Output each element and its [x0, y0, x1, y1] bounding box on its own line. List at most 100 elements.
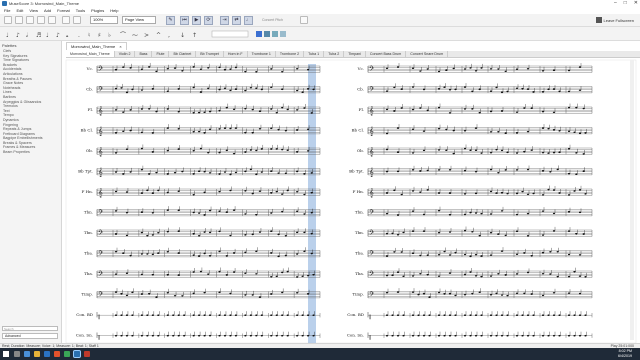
note-head: [526, 130, 530, 133]
redo-icon[interactable]: [73, 16, 81, 24]
note-head: [151, 192, 154, 195]
palette-mode-select[interactable]: Advanced: [2, 333, 58, 339]
part-tab[interactable]: Concert Snare Drum: [406, 51, 449, 57]
note-head: [448, 192, 452, 194]
save-online-icon[interactable]: [37, 16, 45, 24]
palette-item-beam-properties[interactable]: Beam Properties: [3, 150, 43, 155]
pan-score-icon[interactable]: ⇄: [232, 16, 241, 25]
minimize-button[interactable]: –: [614, 0, 617, 7]
concert-pitch-toggle[interactable]: Concert Pitch: [262, 18, 283, 22]
metronome-icon[interactable]: ♩: [244, 16, 253, 25]
note-head: [166, 90, 169, 93]
part-tab[interactable]: Morrowind_Main_Theme: [66, 51, 115, 57]
note-head: [437, 169, 441, 171]
note-head: [197, 314, 201, 317]
menu-edit[interactable]: Edit: [16, 8, 23, 13]
clef-icon: 𝄞: [98, 168, 103, 177]
new-score-icon[interactable]: [4, 16, 12, 24]
note-head: [140, 293, 143, 295]
note-head: [584, 132, 587, 134]
note-head: [251, 192, 254, 195]
file-explorer-icon[interactable]: [34, 351, 40, 357]
app-icon[interactable]: [84, 351, 90, 357]
note-head: [255, 314, 258, 317]
part-tab[interactable]: Bb Clarinet: [169, 51, 197, 57]
part-tab[interactable]: Bb Trumpet: [196, 51, 224, 57]
zoom-select[interactable]: 100%: [90, 16, 118, 24]
part-tab[interactable]: Tuba 1: [304, 51, 325, 57]
part-tab[interactable]: Timpani: [344, 51, 366, 57]
firefox-icon[interactable]: [54, 351, 60, 357]
menu-file[interactable]: File: [4, 8, 10, 13]
close-button[interactable]: ✕: [634, 0, 638, 7]
part-tab[interactable]: Tuba 2: [324, 51, 345, 57]
image-capture-icon[interactable]: [300, 16, 308, 24]
note-head: [474, 253, 478, 256]
note-head: [208, 209, 212, 212]
print-icon[interactable]: [48, 16, 56, 24]
maximize-button[interactable]: □: [624, 0, 627, 7]
save-icon[interactable]: [26, 16, 34, 24]
undo-icon[interactable]: [62, 16, 70, 24]
note-head: [192, 193, 195, 196]
menu-tools[interactable]: Tools: [76, 8, 85, 13]
note-head: [301, 91, 304, 94]
note-head: [131, 334, 134, 337]
search-icon[interactable]: [14, 351, 20, 357]
chrome-icon[interactable]: [64, 351, 70, 357]
score-page[interactable]: Vc. 𝄢 Cb. 𝄢 Fl. 𝄞 Bb Cl. 𝄞 Ob. 𝄞 Bb Tpt. 𝄞 F Hn. 𝄞 Tbn…: [62, 58, 640, 343]
note-head: [567, 172, 571, 175]
note-head: [471, 292, 474, 295]
note-head: [443, 86, 446, 88]
main-toolbar: 100% Page View ✎ ⏮ ▶ ⟳ ⇥ ⇄ ♩ Concert Pit…: [0, 14, 640, 27]
menu-add[interactable]: Add: [44, 8, 51, 13]
note-head: [552, 111, 556, 114]
loop-icon[interactable]: ⟳: [204, 16, 213, 25]
part-tab[interactable]: Flute: [152, 51, 170, 57]
part-tab[interactable]: Bass: [135, 51, 153, 57]
note-head: [223, 171, 227, 173]
note-head: [396, 66, 400, 68]
menu-plugins[interactable]: Plugins: [91, 8, 104, 13]
score-canvas[interactable]: Vc. 𝄢 Cb. 𝄢 Fl. 𝄞 Bb Cl. 𝄞 Ob. 𝄞 Bb Tpt. 𝄞 F Hn. 𝄞 Tbn…: [62, 58, 640, 343]
musescore-taskbar-icon[interactable]: [73, 350, 81, 358]
title-bar: MuseScore 3: Morrowind_Main_Theme – □ ✕: [0, 0, 640, 7]
part-tab[interactable]: Trombone 1: [248, 51, 276, 57]
menu-view[interactable]: View: [29, 8, 38, 13]
edge-icon[interactable]: [44, 351, 50, 357]
note-head: [558, 192, 561, 194]
svg-text:♪: ♪: [16, 32, 20, 39]
score-tab-close-icon[interactable]: ×: [119, 44, 121, 49]
note-head: [148, 108, 151, 110]
note-head: [296, 109, 299, 111]
note-input-toolbar-icons[interactable]: ♩ ♪ 𝅗𝅥 ♬ ♩ ♪ 𝅝. ♮ ♯ ♭ ⌒ ⁓ > ^ ‚ ↓ ↑: [0, 27, 640, 41]
score-tab[interactable]: Morrowind_Main_Theme ×: [66, 42, 127, 50]
windows-start-icon[interactable]: [3, 351, 9, 357]
menu-help[interactable]: Help: [110, 8, 118, 13]
rewind-icon[interactable]: ⏮: [180, 16, 189, 25]
note-head: [463, 334, 467, 337]
note-head: [281, 314, 284, 317]
part-tab[interactable]: Horn in F: [224, 51, 248, 57]
note-head: [443, 292, 446, 295]
part-tab[interactable]: Concert Bass Drum: [366, 51, 407, 57]
note-head: [443, 314, 446, 317]
note-head: [173, 171, 177, 174]
system-clock[interactable]: 8:02 PM 6/4/2019: [618, 349, 632, 359]
menu-format[interactable]: Format: [57, 8, 70, 13]
note-head: [573, 314, 576, 317]
note-head: [515, 213, 519, 216]
note-head: [129, 67, 132, 69]
part-tab[interactable]: Violin 2: [115, 51, 136, 57]
palette-search-input[interactable]: Search: [2, 326, 58, 331]
task-view-icon[interactable]: [24, 351, 30, 357]
play-repeats-icon[interactable]: ⇥: [220, 16, 229, 25]
view-mode-select[interactable]: Page View: [122, 16, 156, 24]
note-head: [448, 231, 452, 233]
open-file-icon[interactable]: [15, 16, 23, 24]
play-icon[interactable]: ▶: [192, 16, 201, 25]
leave-fullscreen-button[interactable]: Leave Fullscreen: [595, 17, 634, 23]
note-head: [478, 111, 481, 114]
note-input-icon[interactable]: ✎: [166, 16, 175, 25]
part-tab[interactable]: Trombone 2: [276, 51, 305, 57]
